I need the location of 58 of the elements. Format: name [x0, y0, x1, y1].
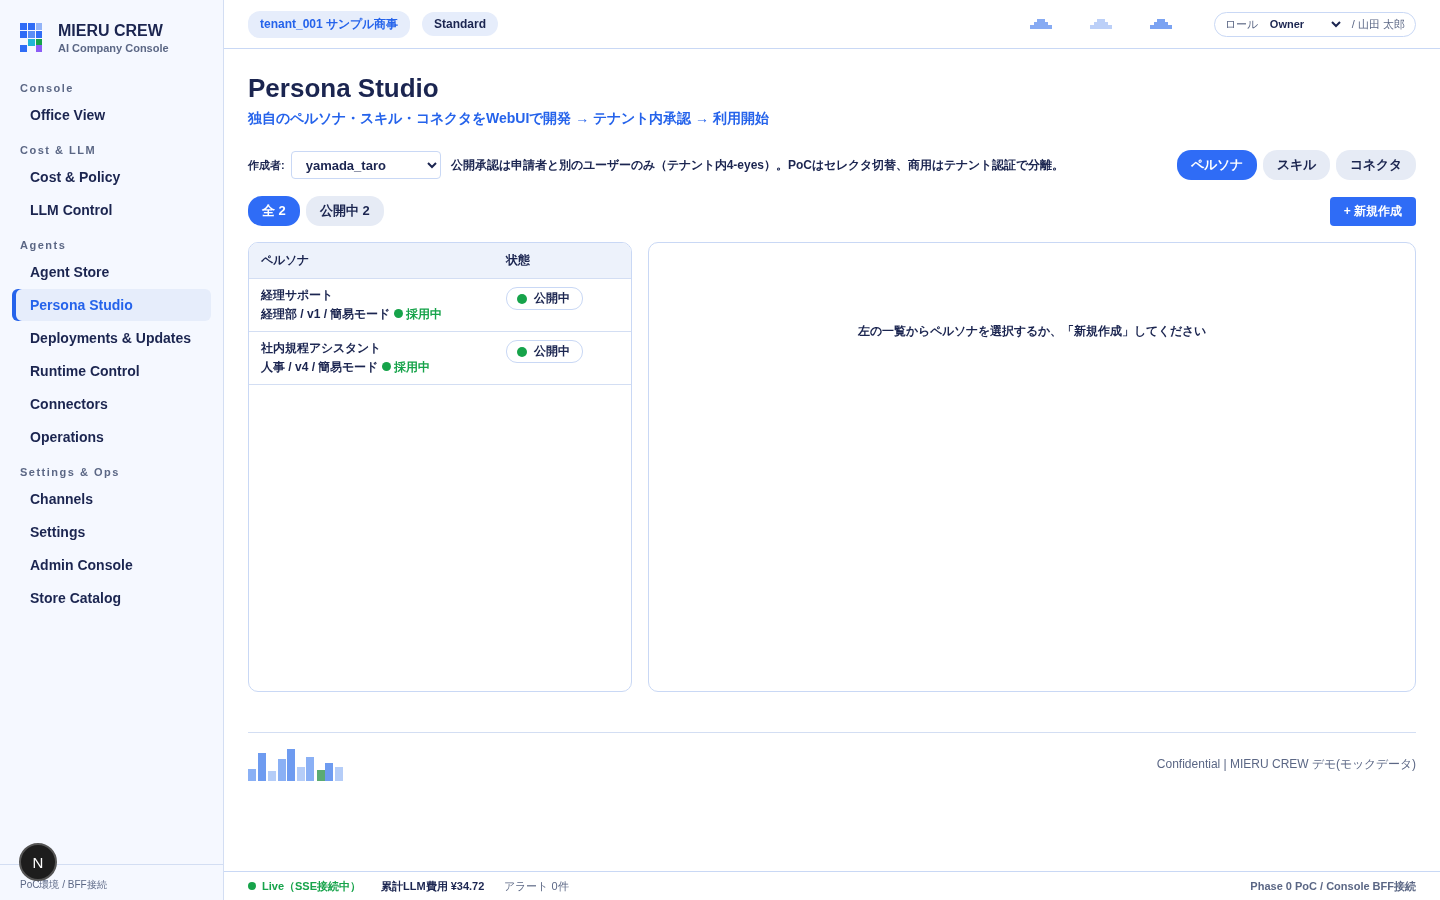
- page-title: Persona Studio: [248, 73, 440, 104]
- nav-item[interactable]: Agent Store: [12, 256, 211, 288]
- type-tab[interactable]: ペルソナ: [1177, 150, 1257, 180]
- persona-meta: 人事 / v4 / 簡易モード: [261, 360, 379, 374]
- plan-badge: Standard: [422, 12, 499, 36]
- nav-section-heading: Agents: [19, 238, 68, 253]
- nav-item[interactable]: Channels: [12, 483, 211, 515]
- role-select[interactable]: Owner: [1265, 17, 1344, 31]
- user-name: / 山田 太郎: [1351, 16, 1405, 32]
- llm-cost: 累計LLM費用 ¥34.72: [381, 878, 485, 894]
- adoption-label: 採用中: [394, 360, 431, 374]
- nav-section-heading: Cost & LLM: [19, 143, 98, 158]
- nav-item[interactable]: Deployments & Updates: [12, 322, 211, 354]
- nav-section-heading: Settings & Ops: [19, 465, 121, 480]
- new-create-button[interactable]: + 新規作成: [1329, 196, 1416, 226]
- approval-note: 公開承認は申請者と別のユーザーのみ（テナント内4-eyes）。PoCはセレクタ切替、商用はテナント認証で分離。: [450, 156, 1065, 174]
- alert-count: アラート 0件: [504, 878, 569, 894]
- persona-meta: 経理部 / v1 / 簡易モード: [261, 307, 391, 321]
- adoption-label: 採用中: [406, 307, 443, 321]
- persona-name[interactable]: 社内規程アシスタント: [261, 340, 482, 357]
- skyline-icon: [1089, 19, 1112, 29]
- nav-item[interactable]: Persona Studio: [12, 289, 211, 321]
- phase-text: Phase 0 PoC / Console BFF接続: [1250, 878, 1416, 894]
- nav-item[interactable]: Runtime Control: [12, 355, 211, 387]
- column-header: 状態: [494, 243, 631, 279]
- filter-chip[interactable]: 全 2: [248, 196, 300, 226]
- nav-item[interactable]: Connectors: [12, 388, 211, 420]
- nav-item[interactable]: Cost & Policy: [12, 161, 211, 193]
- nav-section-heading: Console: [19, 81, 75, 96]
- status-badge: 公開中: [506, 340, 583, 363]
- page-subtitle: 独自のペルソナ・スキル・コネクタをWebUIで開発 → テナント内承認 → 利用開始: [248, 110, 770, 128]
- status-badge: 公開中: [506, 287, 583, 310]
- live-dot: [248, 882, 256, 890]
- tenant-badge: tenant_001 サンプル商事: [248, 10, 411, 38]
- empty-message: 左の一覧からペルソナを選択するか、「新規作成」してください: [858, 323, 1206, 340]
- skyline-icon: [1029, 19, 1052, 29]
- brand-title: MIERU CREW: [58, 22, 164, 40]
- author-label: 作成者:: [248, 157, 285, 173]
- skyline-icon: [1149, 19, 1172, 29]
- column-header: ペルソナ: [249, 243, 494, 279]
- logo-icon: [20, 23, 42, 53]
- nav-item[interactable]: Settings: [12, 516, 211, 548]
- nav-item[interactable]: Admin Console: [12, 549, 211, 581]
- status-dot: [394, 309, 404, 319]
- confidential-text: Confidential | MIERU CREW デモ(モックデータ): [1156, 755, 1416, 773]
- nav-item[interactable]: Office View: [12, 99, 211, 131]
- persona-name[interactable]: 経理サポート: [261, 287, 482, 304]
- status-dot: [382, 362, 392, 372]
- nav-item[interactable]: LLM Control: [12, 194, 211, 226]
- type-tab[interactable]: コネクタ: [1336, 150, 1416, 180]
- filter-chip[interactable]: 公開中 2: [305, 196, 384, 226]
- nav-item[interactable]: Store Catalog: [12, 582, 211, 614]
- type-tab[interactable]: スキル: [1263, 150, 1330, 180]
- nav-item[interactable]: Operations: [12, 421, 211, 453]
- role-label: ロール: [1224, 16, 1258, 32]
- live-status: Live（SSE接続中）: [262, 878, 362, 894]
- brand-subtitle: AI Company Console: [58, 42, 169, 54]
- author-select[interactable]: yamada_taro: [290, 151, 441, 179]
